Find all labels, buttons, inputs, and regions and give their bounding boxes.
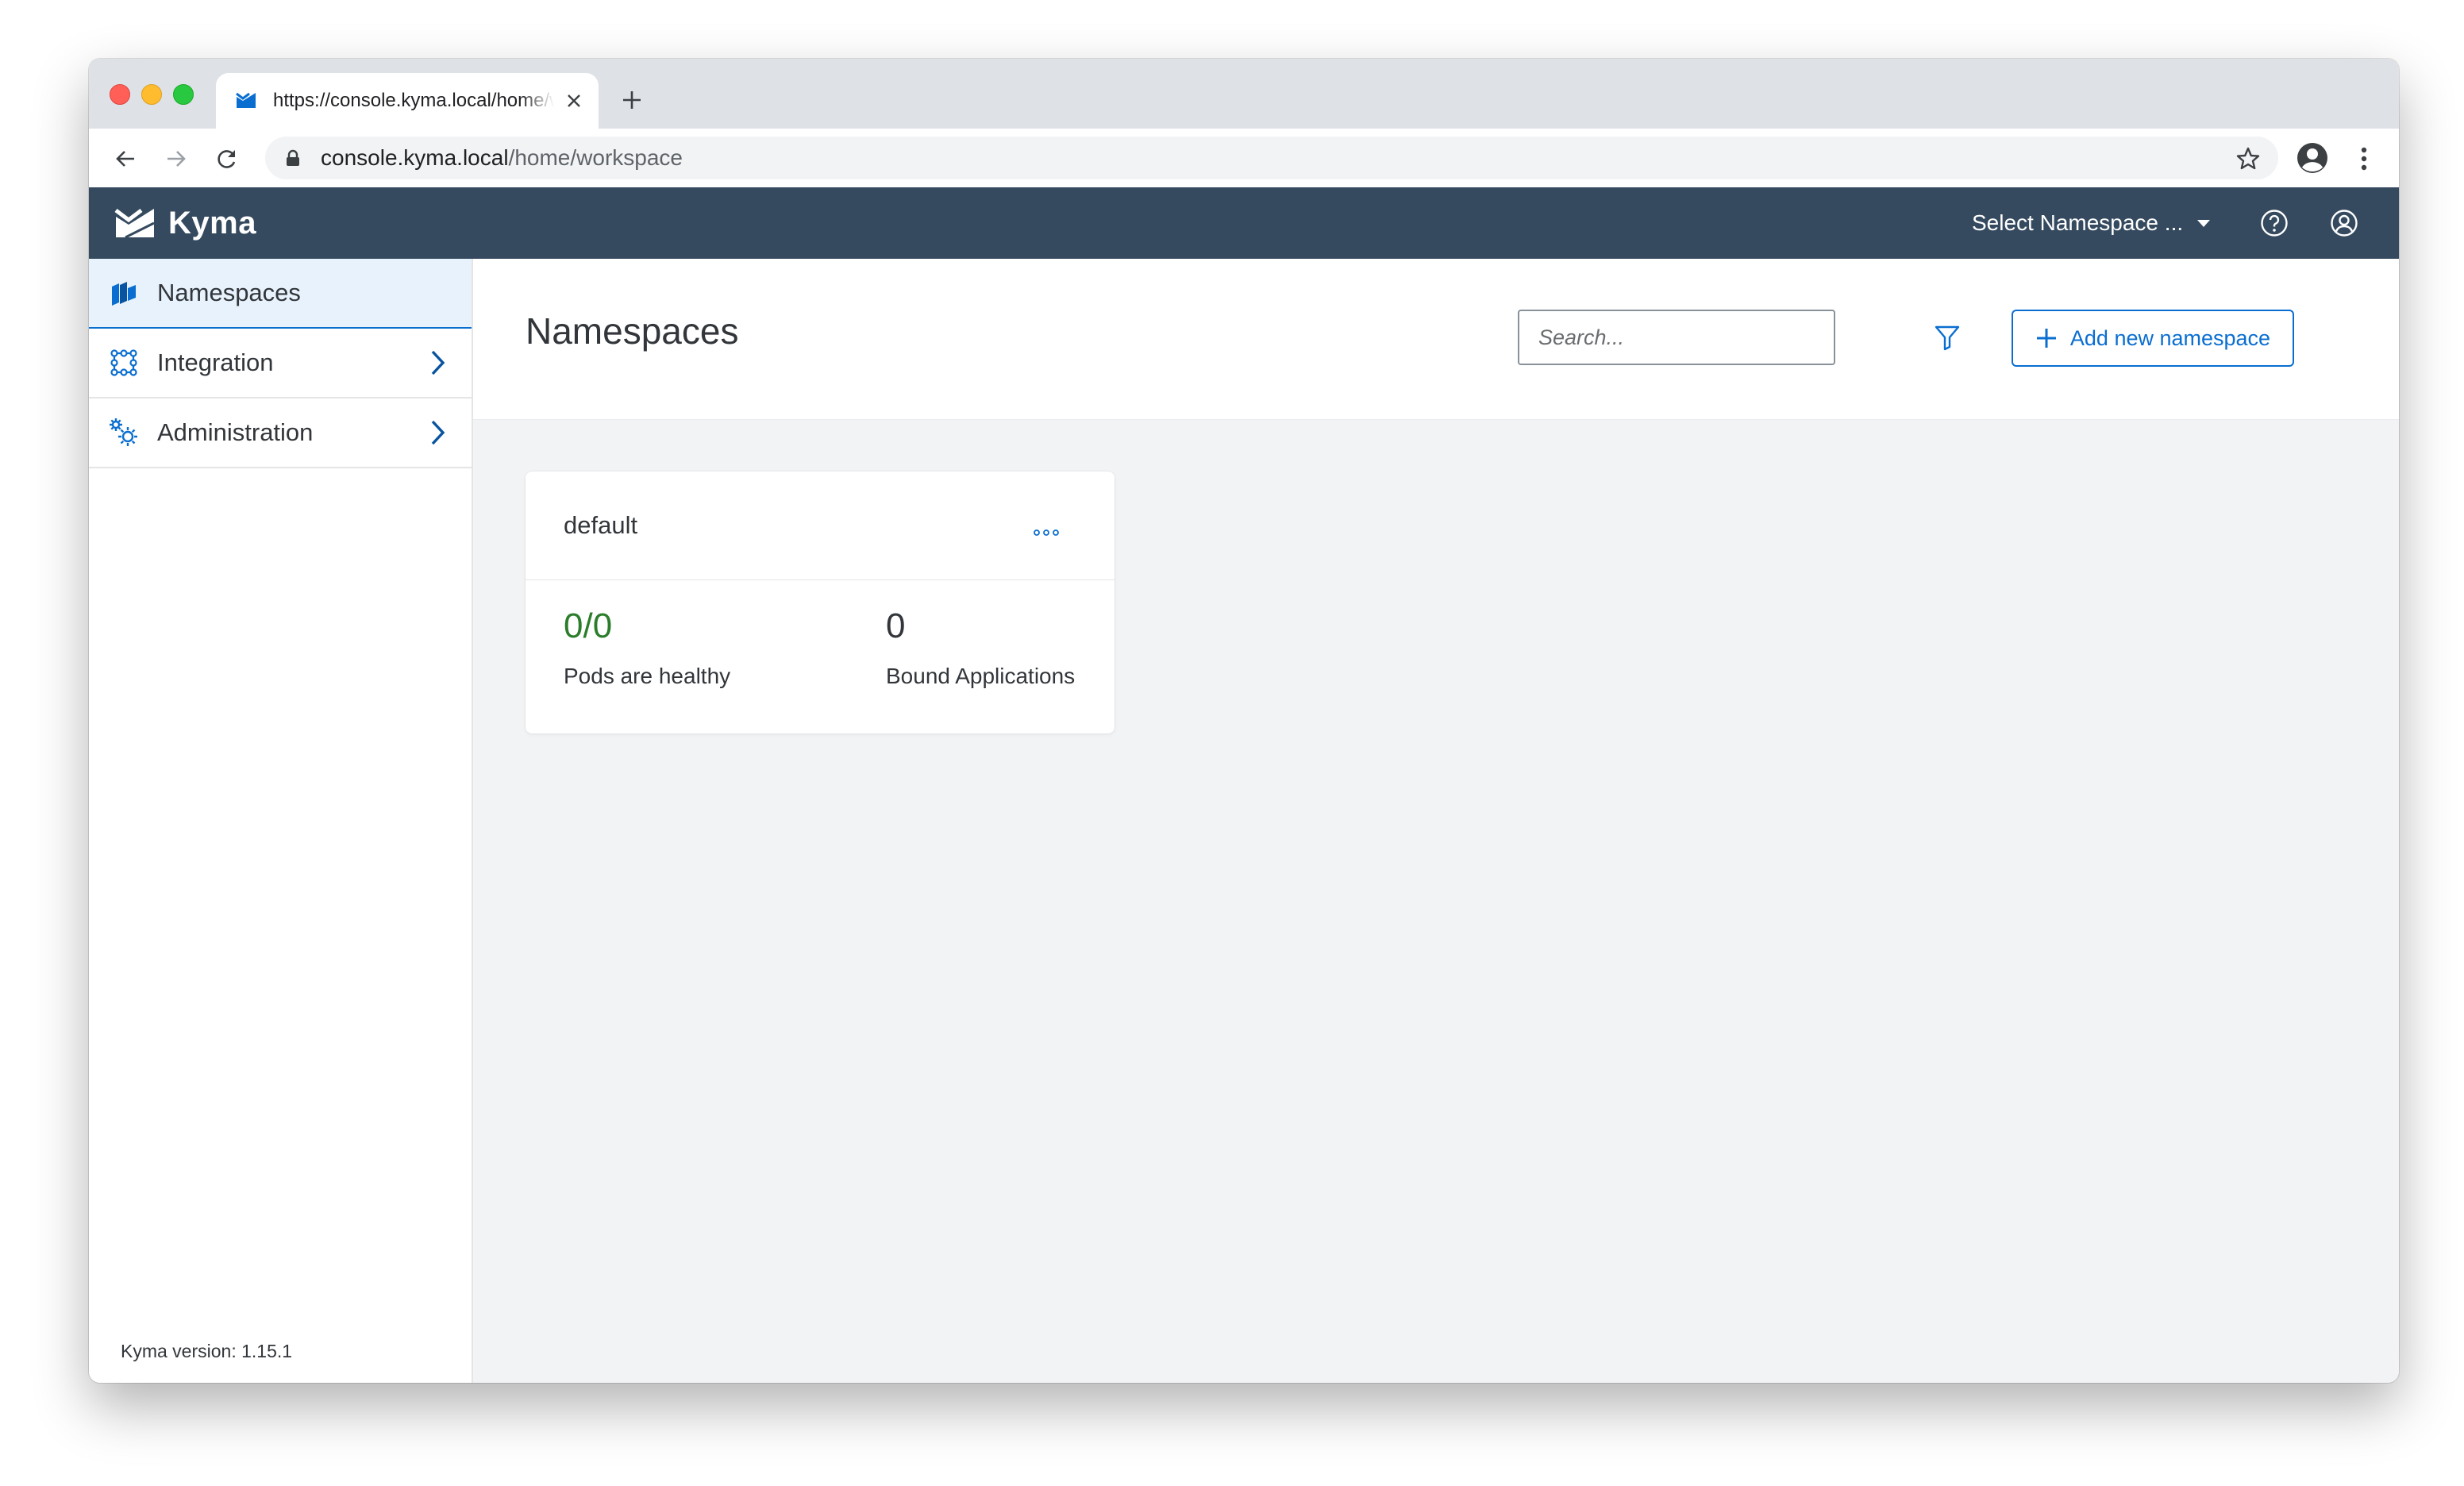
close-window-button[interactable] bbox=[110, 84, 130, 105]
user-account-icon[interactable] bbox=[2327, 206, 2361, 240]
plus-icon bbox=[2036, 329, 2056, 348]
close-tab-icon[interactable] bbox=[562, 89, 586, 113]
namespace-card[interactable]: default 0/0 Pods are healthy 0 Bound App… bbox=[526, 472, 1115, 733]
namespace-name[interactable]: default bbox=[564, 511, 637, 540]
namespaces-icon bbox=[108, 277, 140, 309]
browser-window: https://console.kyma.local/home/workspac… bbox=[89, 59, 2399, 1383]
page-header: Namespaces Add new namespace bbox=[473, 259, 2399, 420]
caret-down-icon bbox=[2197, 219, 2211, 227]
tab-title: https://console.kyma.local/home/workspac… bbox=[273, 90, 554, 111]
browser-tab[interactable]: https://console.kyma.local/home/workspac… bbox=[216, 73, 599, 129]
kyma-logo[interactable]: Kyma bbox=[114, 202, 256, 244]
pods-healthy-label: Pods are healthy bbox=[564, 664, 731, 688]
chevron-right-icon bbox=[425, 349, 449, 376]
address-bar[interactable]: console.kyma.local/home/workspace bbox=[265, 137, 2278, 179]
app-header: Kyma Select Namespace ... bbox=[89, 187, 2399, 259]
new-tab-icon[interactable] bbox=[618, 86, 646, 114]
add-namespace-button[interactable]: Add new namespace bbox=[2012, 310, 2294, 367]
namespace-card-header: default bbox=[526, 472, 1115, 580]
filter-icon[interactable] bbox=[1931, 321, 1964, 354]
url-path: /home/workspace bbox=[508, 145, 683, 170]
more-options-icon[interactable] bbox=[1030, 521, 1062, 545]
namespace-select-label: Select Namespace ... bbox=[1972, 210, 2184, 235]
page-title: Namespaces bbox=[526, 310, 739, 352]
reload-icon[interactable] bbox=[211, 143, 243, 175]
bookmark-star-icon[interactable] bbox=[2235, 146, 2261, 171]
pods-stat: 0/0 Pods are healthy bbox=[564, 606, 730, 689]
url-text: console.kyma.local/home/workspace bbox=[321, 145, 683, 171]
version-text: Kyma version: 1.15.1 bbox=[121, 1341, 293, 1361]
kyma-logo-icon bbox=[114, 209, 155, 239]
gears-icon bbox=[108, 417, 140, 448]
sidebar-item-integration[interactable]: Integration bbox=[89, 329, 472, 398]
browser-profile-icon[interactable] bbox=[2296, 141, 2329, 175]
tab-strip: https://console.kyma.local/home/workspac… bbox=[89, 59, 2399, 129]
brand-name: Kyma bbox=[168, 205, 256, 241]
browser-menu-icon[interactable] bbox=[2348, 143, 2380, 175]
chevron-right-icon bbox=[425, 419, 449, 446]
add-namespace-label: Add new namespace bbox=[2069, 325, 2271, 350]
minimize-window-button[interactable] bbox=[141, 84, 162, 105]
browser-toolbar: console.kyma.local/home/workspace bbox=[89, 129, 2399, 188]
help-icon[interactable] bbox=[2258, 206, 2291, 240]
sidebar-item-label: Administration bbox=[157, 418, 314, 446]
sidebar-item-label: Integration bbox=[157, 348, 274, 376]
pods-healthy-value: 0/0 bbox=[564, 606, 613, 645]
sidebar: Namespaces Integration Administration Ky… bbox=[89, 259, 473, 1383]
search-input[interactable] bbox=[1518, 310, 1835, 365]
back-arrow-icon[interactable] bbox=[110, 143, 141, 175]
applications-stat: 0 Bound Applications bbox=[886, 606, 1075, 689]
sidebar-item-label: Namespaces bbox=[157, 279, 301, 306]
namespace-select[interactable]: Select Namespace ... bbox=[1972, 206, 2211, 240]
main-content: Namespaces Add new namespace default 0 bbox=[473, 259, 2399, 1383]
lock-icon bbox=[286, 148, 303, 168]
sidebar-item-administration[interactable]: Administration bbox=[89, 398, 472, 468]
sidebar-item-namespaces[interactable]: Namespaces bbox=[89, 259, 472, 329]
kyma-favicon-icon bbox=[235, 89, 259, 113]
url-host: console.kyma.local bbox=[321, 145, 509, 170]
bound-applications-label: Bound Applications bbox=[886, 664, 1076, 688]
bound-applications-value: 0 bbox=[886, 606, 906, 645]
maximize-window-button[interactable] bbox=[173, 84, 194, 105]
forward-arrow-icon[interactable] bbox=[160, 143, 192, 175]
integration-icon bbox=[108, 347, 140, 379]
